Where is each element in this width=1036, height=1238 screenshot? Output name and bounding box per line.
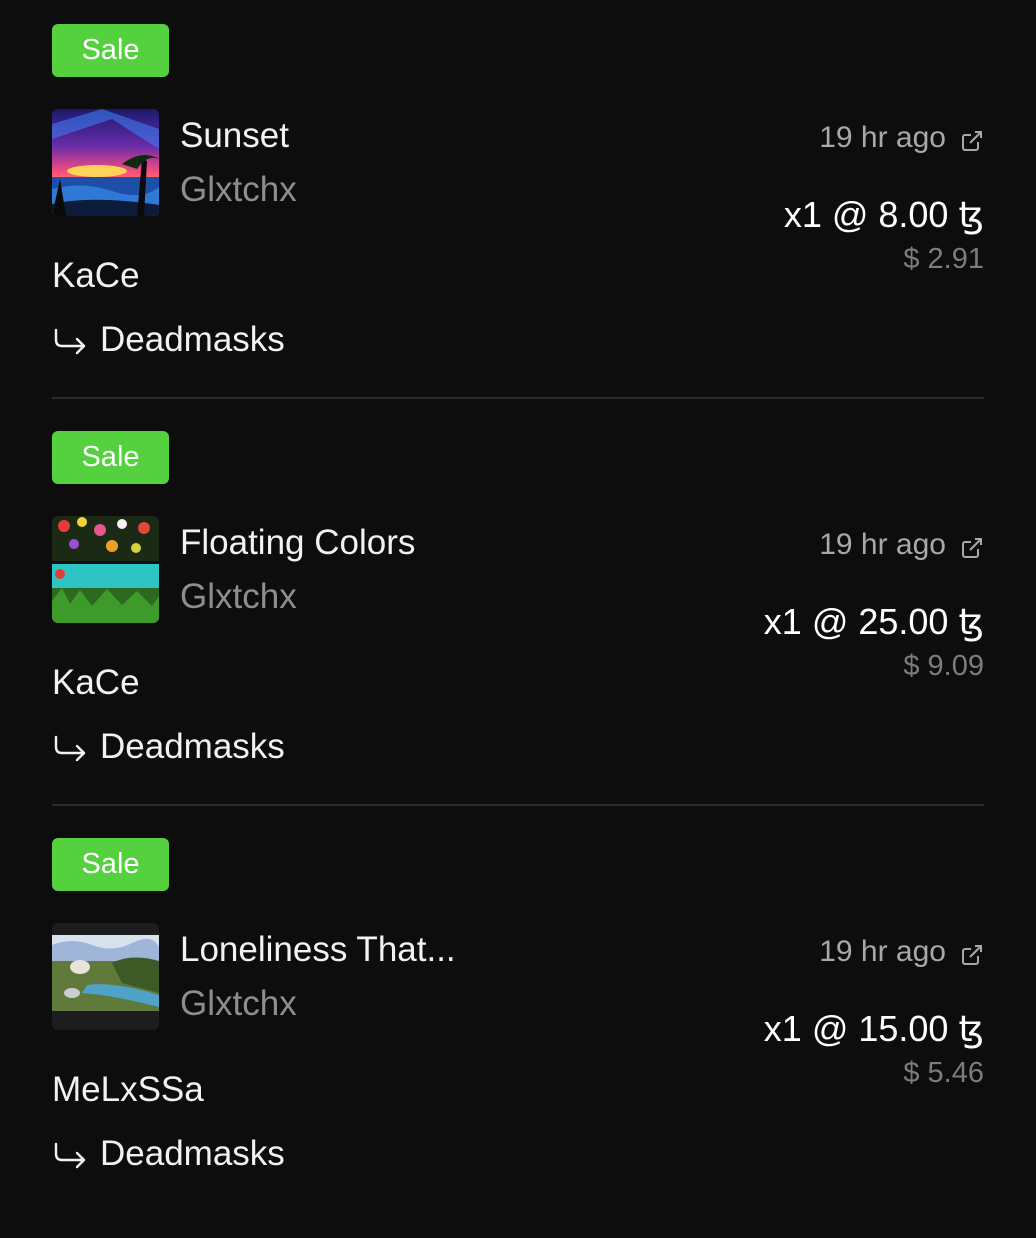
sale-time-label: 19 hr ago (819, 528, 946, 561)
buyer-name[interactable]: KaCe (52, 663, 140, 703)
sale-badge: Sale (52, 431, 169, 484)
sale-time[interactable]: 19 hr ago (819, 934, 984, 970)
sale-time-label: 19 hr ago (819, 121, 946, 154)
return-arrow-icon (52, 1139, 88, 1169)
external-link-icon[interactable] (960, 940, 984, 965)
external-link-icon[interactable] (960, 533, 984, 558)
buyer-name[interactable]: MeLxSSa (52, 1070, 204, 1110)
sale-badge: Sale (52, 24, 169, 77)
collection-link[interactable]: Deadmasks (52, 1134, 285, 1174)
collection-link[interactable]: Deadmasks (52, 727, 285, 767)
artwork-title[interactable]: Floating Colors (180, 523, 415, 563)
external-link-icon[interactable] (960, 126, 984, 151)
sale-badge: Sale (52, 838, 169, 891)
sale-time[interactable]: 19 hr ago (819, 120, 984, 156)
sale-time[interactable]: 19 hr ago (819, 527, 984, 563)
sales-activity-feed: Sale Sunset Glxtchx 19 hr ago x1 @ 8.00 … (0, 0, 1036, 1200)
sale-time-label: 19 hr ago (819, 935, 946, 968)
sale-price: x1 @ 25.00 ꜩ (763, 601, 984, 642)
collection-name: Deadmasks (100, 727, 285, 766)
collection-link[interactable]: Deadmasks (52, 320, 285, 360)
artwork-thumbnail[interactable] (52, 923, 159, 1030)
sale-price-usd: $ 2.91 (903, 243, 984, 275)
artwork-title[interactable]: Sunset (180, 116, 289, 156)
divider (52, 397, 984, 399)
artist-name[interactable]: Glxtchx (180, 170, 297, 210)
sale-price: x1 @ 15.00 ꜩ (763, 1008, 984, 1049)
return-arrow-icon (52, 732, 88, 762)
sale-price-usd: $ 5.46 (903, 1057, 984, 1089)
buyer-name[interactable]: KaCe (52, 256, 140, 296)
collection-name: Deadmasks (100, 320, 285, 359)
divider (52, 804, 984, 806)
sale-activity-item: Sale Floating Colors Glxtchx 19 hr ago x… (52, 431, 984, 831)
collection-name: Deadmasks (100, 1134, 285, 1173)
sale-activity-item: Sale Loneliness That... Glxtchx 19 hr ag… (52, 838, 984, 1238)
sale-price-usd: $ 9.09 (903, 650, 984, 682)
return-arrow-icon (52, 325, 88, 355)
artist-name[interactable]: Glxtchx (180, 577, 297, 617)
artwork-thumbnail[interactable] (52, 109, 159, 216)
artwork-thumbnail[interactable] (52, 516, 159, 623)
artwork-title[interactable]: Loneliness That... (180, 930, 456, 970)
sale-price: x1 @ 8.00 ꜩ (783, 194, 984, 235)
sale-activity-item: Sale Sunset Glxtchx 19 hr ago x1 @ 8.00 … (52, 24, 984, 424)
artist-name[interactable]: Glxtchx (180, 984, 297, 1024)
